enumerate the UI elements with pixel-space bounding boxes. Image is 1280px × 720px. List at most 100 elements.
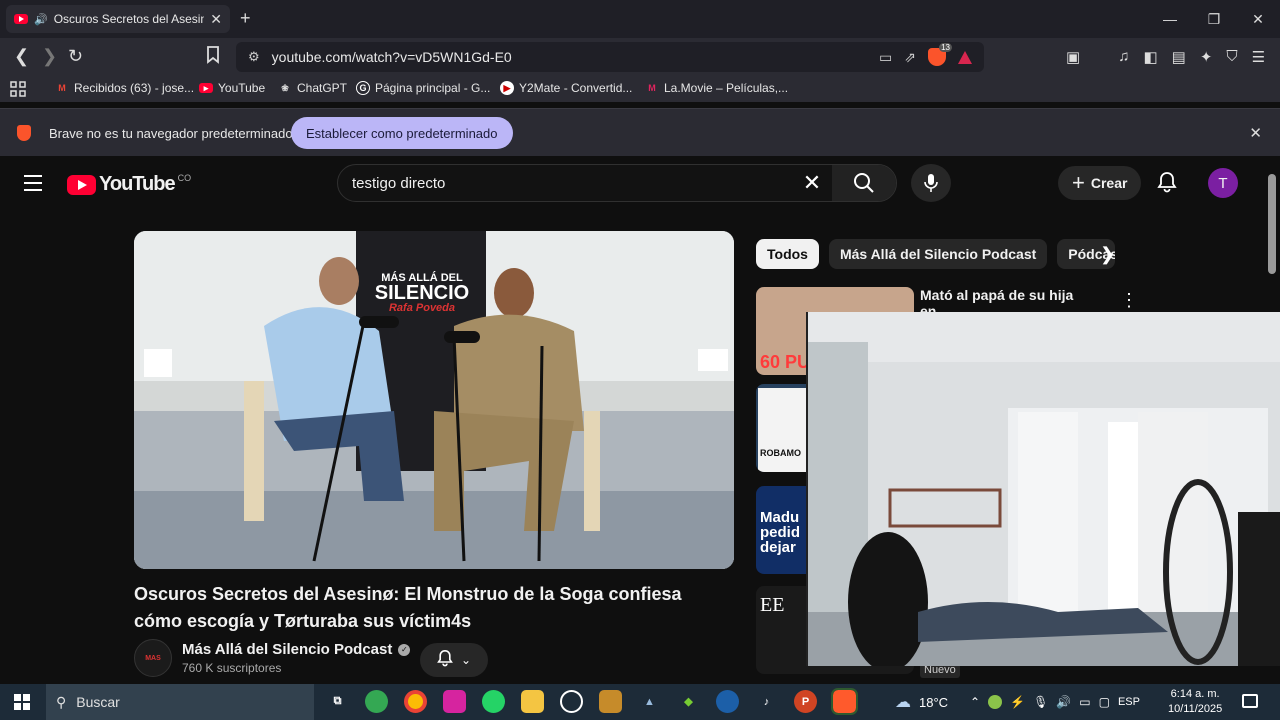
bookmark-youtube[interactable]: ▸ YouTube	[199, 81, 265, 95]
chrome-icon-2[interactable]	[404, 690, 427, 713]
clock-app-icon[interactable]	[560, 690, 583, 713]
audio-playing-icon[interactable]: 🔊	[34, 13, 48, 26]
bookmark-label: ChatGPT	[297, 81, 348, 95]
browser-toolbar: ❮ ❯ ↻ ⚙ youtube.com/watch?v=vD5WN1Gd-E0 …	[0, 38, 1280, 76]
clock-time: 6:14 a. m.	[1170, 688, 1220, 700]
display-icon[interactable]: ▢	[1099, 695, 1110, 709]
vpn-shield-icon[interactable]: ⛉	[1226, 48, 1237, 66]
clear-search-icon[interactable]: ✕	[792, 170, 832, 196]
leo-ai-icon[interactable]: ✦	[1200, 48, 1213, 66]
tray-app-icon[interactable]	[988, 695, 1003, 709]
sims-icon[interactable]: ◆	[677, 690, 700, 713]
taskbar-search[interactable]: ⚲ Buscar	[46, 684, 314, 720]
taskbar-clock[interactable]: 6:14 a. m. 10/11/2025	[1168, 687, 1222, 717]
channel-avatar[interactable]: MAS	[134, 639, 172, 677]
back-arrow-icon[interactable]: ❮	[14, 46, 29, 67]
country-code: CO	[177, 172, 192, 183]
reader-mode-icon[interactable]: ▣	[1066, 48, 1080, 66]
browser-tab-youtube[interactable]: 🔊 Oscuros Secretos del Asesinø: El Monst…	[6, 5, 230, 33]
bookmark-label: La.Movie – Películas,...	[664, 81, 789, 95]
youtube-page: YouTube CO testigo directo ✕ + Crear T M…	[0, 156, 1280, 684]
bookmark-icon[interactable]	[206, 46, 220, 69]
more-options-icon[interactable]: ⋮	[1120, 290, 1138, 311]
forward-arrow-icon[interactable]: ❯	[42, 46, 57, 67]
camera-overlay[interactable]	[806, 312, 1280, 666]
bookmark-label: Y2Mate - Convertid...	[519, 81, 633, 95]
address-bar[interactable]: ⚙ youtube.com/watch?v=vD5WN1Gd-E0 ▭ ⇗ 13	[236, 42, 984, 72]
search-icon: ⚲	[56, 693, 67, 710]
notification-center-icon[interactable]	[1242, 694, 1258, 708]
network-icon[interactable]: ⚡	[1010, 695, 1025, 709]
bookmark-chatgpt[interactable]: ❀ ChatGPT	[278, 81, 347, 95]
page-scrollbar[interactable]	[1268, 174, 1276, 274]
chip-todos[interactable]: Todos	[756, 239, 819, 269]
share-icon[interactable]: ⇗	[904, 49, 916, 66]
bookmark-y2mate[interactable]: ▶ Y2Mate - Convertid...	[500, 81, 632, 95]
whatsapp-icon[interactable]	[482, 690, 505, 713]
minimize-button[interactable]: —	[1148, 0, 1192, 38]
wallet-icon[interactable]: ▤	[1172, 48, 1186, 66]
sidebar-icon[interactable]: ◧	[1143, 48, 1157, 66]
bookmark-gmail[interactable]: M Recibidos (63) - jose...	[55, 81, 194, 95]
video-player[interactable]: MÁS ALLÁ DEL SILENCIO Rafa Poveda	[134, 231, 734, 569]
youtube-logo[interactable]: YouTube CO	[67, 173, 191, 196]
close-window-button[interactable]: ✕	[1236, 0, 1280, 38]
browser-tab-bar: 🔊 Oscuros Secretos del Asesinø: El Monst…	[0, 0, 1280, 38]
powerpoint-icon[interactable]: P	[794, 690, 817, 713]
search-icon	[854, 173, 874, 193]
menu-hamburger-icon[interactable]	[24, 175, 42, 196]
tiktok-icon[interactable]: ♪	[755, 690, 778, 713]
search-button[interactable]	[832, 165, 896, 201]
bookmark-lamovie[interactable]: M La.Movie – Películas,...	[645, 81, 788, 95]
voice-search-button[interactable]	[911, 164, 951, 202]
chip-channel[interactable]: Más Allá del Silencio Podcast	[828, 239, 1048, 269]
media-icon[interactable]: ♫	[1118, 48, 1129, 66]
temperature[interactable]: 18°C	[919, 695, 948, 710]
brave-shields-icon[interactable]: 13	[928, 43, 952, 66]
search-bar: testigo directo ✕	[337, 164, 897, 202]
chevron-right-icon[interactable]: ❯	[1100, 244, 1115, 265]
notifications-bell-icon[interactable]	[1157, 171, 1177, 198]
game-app-icon[interactable]	[599, 690, 622, 713]
people-app-icon[interactable]	[716, 690, 739, 713]
task-view-icon[interactable]: ⧉	[326, 690, 349, 713]
chrome-icon-1[interactable]	[365, 690, 388, 713]
brave-rewards-icon[interactable]	[958, 50, 972, 64]
set-default-button[interactable]: Establecer como predeterminado	[291, 117, 513, 149]
bookmark-label: YouTube	[218, 81, 266, 95]
close-tab-icon[interactable]: ✕	[210, 11, 222, 28]
bookmarks-bar: M Recibidos (63) - jose... ▸ YouTube ❀ C…	[0, 76, 1280, 102]
file-explorer-icon[interactable]	[521, 690, 544, 713]
battery-icon[interactable]: ▭	[1079, 695, 1090, 709]
reload-icon[interactable]: ↻	[68, 46, 83, 67]
y2mate-icon: ▶	[500, 81, 514, 95]
tab-title: Oscuros Secretos del Asesinø: El Monstru…	[53, 12, 205, 26]
banner-line2: SILENCIO	[374, 282, 470, 304]
tray-chevron-up-icon[interactable]: ⌃	[970, 695, 980, 709]
weather-cloud-icon[interactable]: ☁	[895, 692, 911, 712]
podcast-banner: MÁS ALLÁ DEL SILENCIO Rafa Poveda	[367, 271, 477, 316]
windows-start-icon[interactable]	[14, 694, 30, 710]
brave-taskbar-icon[interactable]	[831, 688, 858, 715]
infobar-close-icon[interactable]: ✕	[1249, 124, 1262, 142]
bookmark-label: Página principal - G...	[375, 81, 491, 95]
create-button[interactable]: + Crear	[1058, 166, 1142, 200]
restore-button[interactable]: ❐	[1192, 0, 1236, 38]
account-avatar[interactable]: T	[1208, 168, 1238, 198]
volume-icon[interactable]: 🔊	[1056, 695, 1071, 709]
instagram-icon[interactable]	[443, 690, 466, 713]
menu-icon[interactable]: ☰	[1252, 48, 1265, 66]
new-tab-button[interactable]: +	[240, 8, 251, 29]
arrow-app-icon[interactable]: ▲	[638, 690, 661, 713]
apps-grid-icon[interactable]	[10, 81, 26, 97]
bookmark-google[interactable]: G Página principal - G...	[356, 81, 490, 95]
site-settings-icon[interactable]: ⚙	[248, 49, 260, 65]
url-text: youtube.com/watch?v=vD5WN1Gd-E0	[271, 49, 512, 65]
search-input[interactable]: testigo directo	[338, 175, 792, 192]
language-indicator[interactable]: ESP	[1118, 696, 1140, 708]
chatgpt-icon: ❀	[281, 82, 289, 93]
mic-tray-icon[interactable]: 🎙	[1033, 695, 1048, 709]
channel-name[interactable]: Más Allá del Silencio Podcast	[182, 641, 392, 658]
cast-icon[interactable]: ▭	[879, 49, 892, 66]
subscription-notification-button[interactable]: ⌄	[420, 643, 488, 677]
